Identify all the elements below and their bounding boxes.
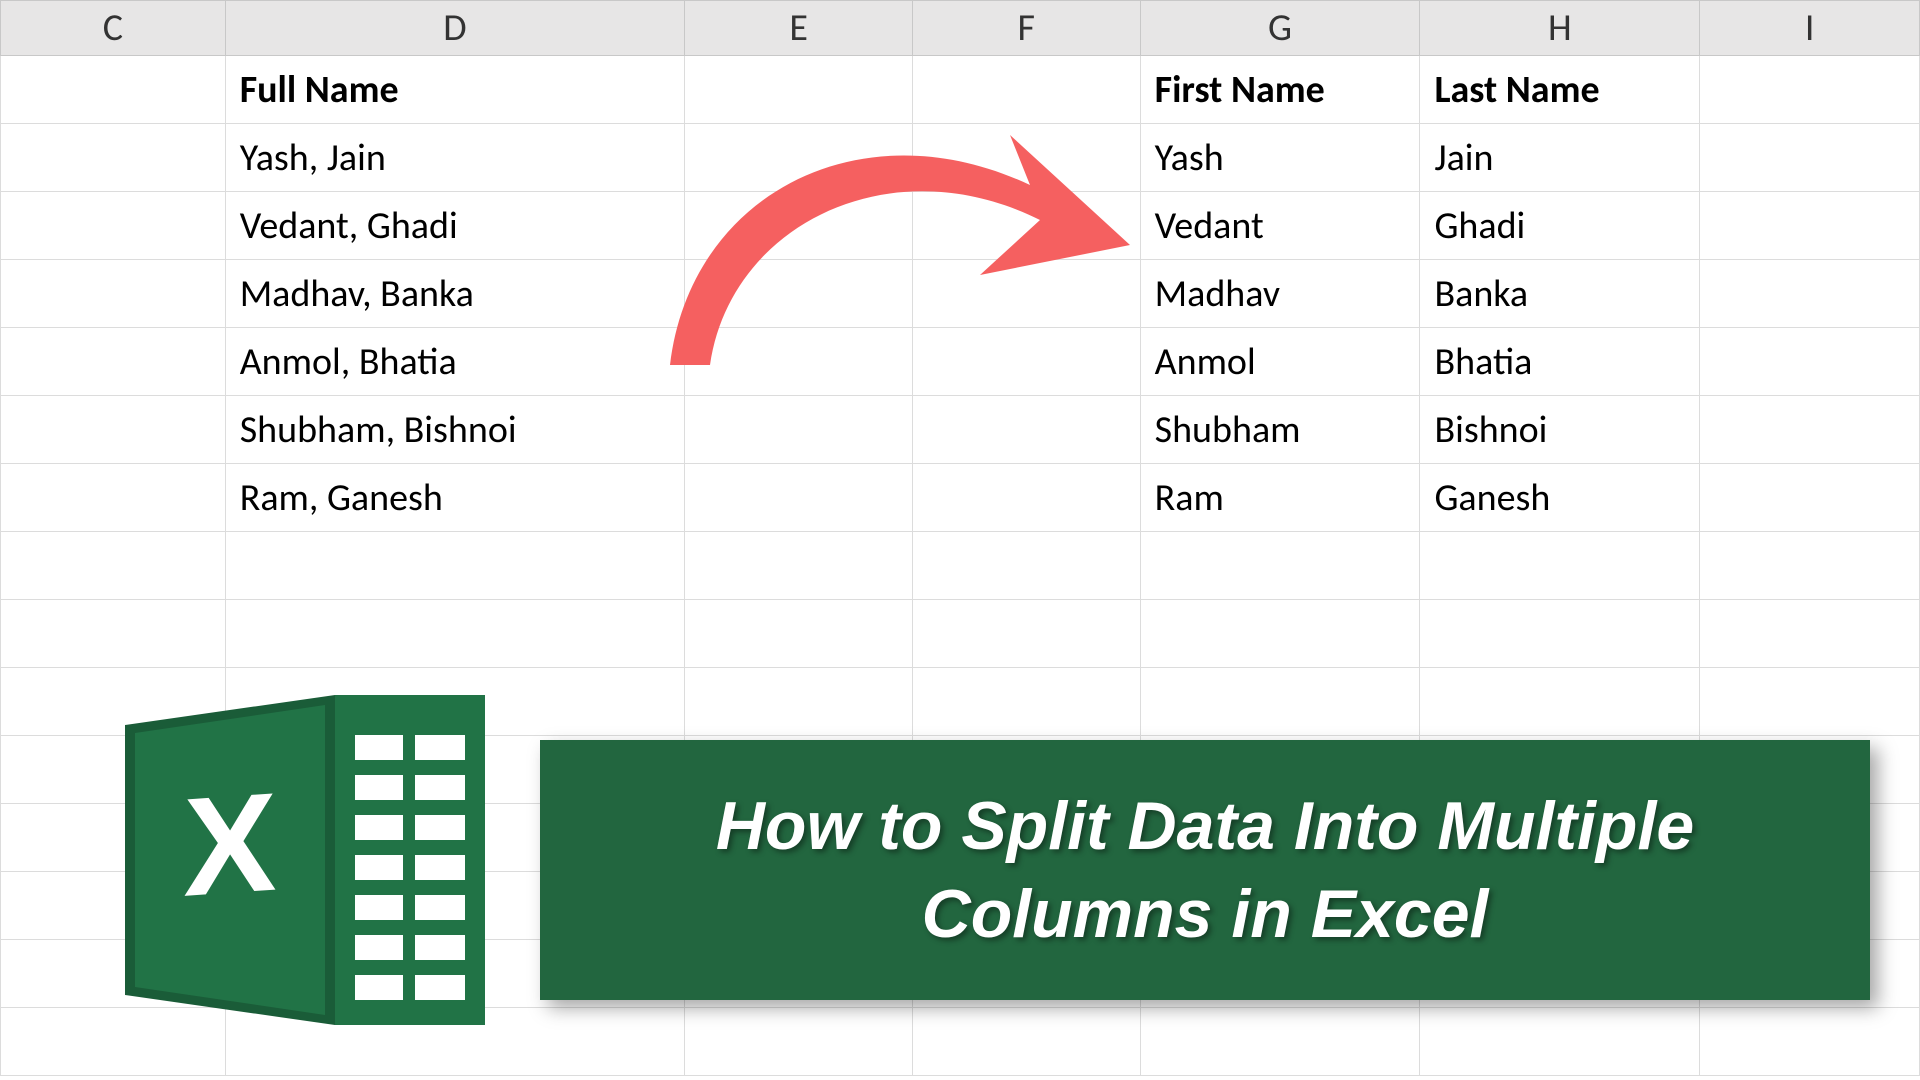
cell-firstname[interactable]: Yash — [1140, 124, 1420, 192]
cell-fullname[interactable]: Shubham, Bishnoi — [225, 396, 685, 464]
cell-lastname[interactable]: Ganesh — [1420, 464, 1700, 532]
cell[interactable] — [1700, 668, 1920, 736]
cell-fullname[interactable]: Yash, Jain — [225, 124, 685, 192]
table-row: Ram, Ganesh Ram Ganesh — [1, 464, 1920, 532]
cell[interactable] — [912, 668, 1140, 736]
cell[interactable] — [1700, 1008, 1920, 1076]
table-row — [1, 532, 1920, 600]
cell[interactable] — [912, 260, 1140, 328]
cell-firstname[interactable]: Madhav — [1140, 260, 1420, 328]
cell-lastname[interactable]: Bishnoi — [1420, 396, 1700, 464]
cell[interactable] — [1420, 668, 1700, 736]
cell[interactable] — [1, 328, 226, 396]
title-banner: How to Split Data Into Multiple Columns … — [540, 740, 1870, 1000]
column-header-e[interactable]: E — [685, 1, 913, 56]
cell[interactable] — [912, 464, 1140, 532]
cell[interactable] — [1700, 600, 1920, 668]
cell[interactable] — [685, 124, 913, 192]
cell[interactable] — [225, 600, 685, 668]
cell[interactable] — [1, 56, 226, 124]
cell[interactable] — [1420, 532, 1700, 600]
cell-fullname[interactable]: Madhav, Banka — [225, 260, 685, 328]
cell-lastname[interactable]: Banka — [1420, 260, 1700, 328]
column-headers-row: C D E F G H I — [1, 1, 1920, 56]
cell-lastname[interactable]: Jain — [1420, 124, 1700, 192]
cell[interactable] — [685, 600, 913, 668]
cell[interactable] — [1700, 192, 1920, 260]
column-header-h[interactable]: H — [1420, 1, 1700, 56]
cell[interactable] — [1700, 464, 1920, 532]
cell[interactable] — [912, 192, 1140, 260]
cell[interactable] — [1420, 1008, 1700, 1076]
cell[interactable] — [912, 600, 1140, 668]
cell[interactable] — [1140, 600, 1420, 668]
cell[interactable] — [685, 668, 913, 736]
cell-header-firstname[interactable]: First Name — [1140, 56, 1420, 124]
cell[interactable] — [1, 532, 226, 600]
table-row: Full Name First Name Last Name — [1, 56, 1920, 124]
cell-header-fullname[interactable]: Full Name — [225, 56, 685, 124]
cell-lastname[interactable]: Ghadi — [1420, 192, 1700, 260]
cell[interactable] — [1700, 396, 1920, 464]
cell[interactable] — [1, 600, 226, 668]
cell[interactable] — [1, 260, 226, 328]
cell[interactable] — [685, 532, 913, 600]
cell[interactable] — [685, 260, 913, 328]
cell[interactable] — [912, 56, 1140, 124]
cell[interactable] — [1, 396, 226, 464]
cell-firstname[interactable]: Shubham — [1140, 396, 1420, 464]
cell[interactable] — [1, 124, 226, 192]
table-row: Shubham, Bishnoi Shubham Bishnoi — [1, 396, 1920, 464]
cell-lastname[interactable]: Bhatia — [1420, 328, 1700, 396]
table-row: Anmol, Bhatia Anmol Bhatia — [1, 328, 1920, 396]
cell[interactable] — [685, 328, 913, 396]
cell[interactable] — [1420, 600, 1700, 668]
cell[interactable] — [1700, 260, 1920, 328]
cell[interactable] — [1700, 532, 1920, 600]
cell-firstname[interactable]: Vedant — [1140, 192, 1420, 260]
column-header-f[interactable]: F — [912, 1, 1140, 56]
cell[interactable] — [912, 328, 1140, 396]
column-header-c[interactable]: C — [1, 1, 226, 56]
column-header-d[interactable]: D — [225, 1, 685, 56]
cell[interactable] — [685, 56, 913, 124]
table-row: Vedant, Ghadi Vedant Ghadi — [1, 192, 1920, 260]
cell[interactable] — [912, 532, 1140, 600]
excel-logo-icon: X — [55, 675, 515, 1045]
table-row — [1, 600, 1920, 668]
cell[interactable] — [1700, 124, 1920, 192]
cell-fullname[interactable]: Vedant, Ghadi — [225, 192, 685, 260]
table-row: Madhav, Banka Madhav Banka — [1, 260, 1920, 328]
cell[interactable] — [1140, 532, 1420, 600]
cell[interactable] — [1140, 668, 1420, 736]
cell[interactable] — [685, 192, 913, 260]
column-header-g[interactable]: G — [1140, 1, 1420, 56]
cell[interactable] — [912, 124, 1140, 192]
cell-firstname[interactable]: Ram — [1140, 464, 1420, 532]
cell[interactable] — [912, 1008, 1140, 1076]
cell[interactable] — [225, 532, 685, 600]
cell-fullname[interactable]: Ram, Ganesh — [225, 464, 685, 532]
cell[interactable] — [685, 1008, 913, 1076]
cell[interactable] — [1140, 1008, 1420, 1076]
cell[interactable] — [1, 192, 226, 260]
column-header-i[interactable]: I — [1700, 1, 1920, 56]
svg-text:X: X — [183, 763, 276, 926]
cell[interactable] — [685, 396, 913, 464]
cell[interactable] — [912, 396, 1140, 464]
cell[interactable] — [1, 464, 226, 532]
cell-fullname[interactable]: Anmol, Bhatia — [225, 328, 685, 396]
cell[interactable] — [1700, 56, 1920, 124]
cell-firstname[interactable]: Anmol — [1140, 328, 1420, 396]
cell-header-lastname[interactable]: Last Name — [1420, 56, 1700, 124]
banner-title-text: How to Split Data Into Multiple Columns … — [580, 782, 1830, 959]
cell[interactable] — [1700, 328, 1920, 396]
table-row: Yash, Jain Yash Jain — [1, 124, 1920, 192]
cell[interactable] — [685, 464, 913, 532]
